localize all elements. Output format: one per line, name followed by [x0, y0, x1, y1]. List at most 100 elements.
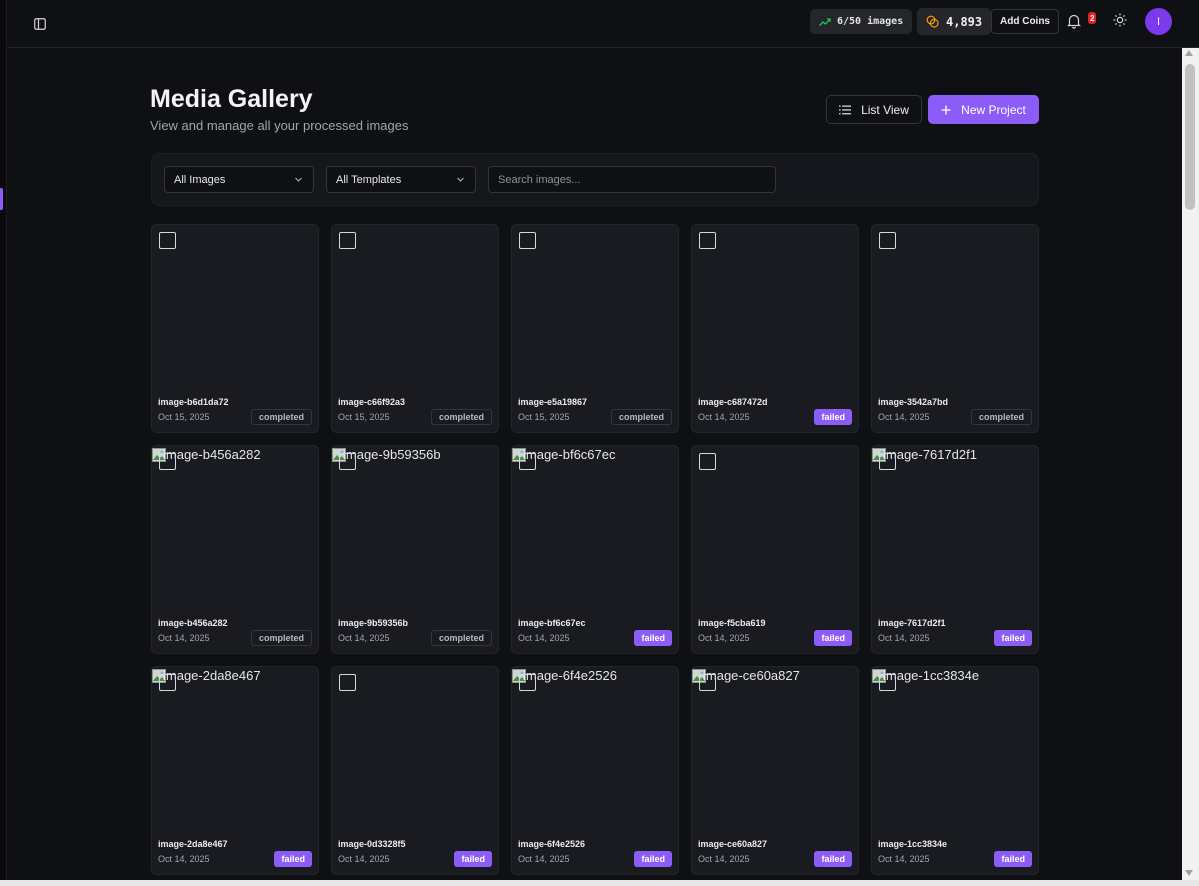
filter-bar: All Images All Templates	[151, 153, 1039, 206]
status-badge: completed	[250, 409, 312, 425]
image-card[interactable]: image-c687472d Oct 14, 2025 failed	[691, 224, 859, 433]
select-checkbox[interactable]	[699, 453, 716, 470]
list-view-label: List View	[861, 102, 909, 117]
image-name: image-ce60a827	[698, 839, 768, 849]
add-coins-button[interactable]: Add Coins	[991, 9, 1059, 34]
image-date: Oct 14, 2025	[158, 854, 210, 864]
status-badge: completed	[430, 630, 492, 646]
image-card[interactable]: image-9b59356b image-9b59356b Oct 14, 20…	[331, 445, 499, 654]
image-card[interactable]: image-f5cba619 Oct 14, 2025 failed	[691, 445, 859, 654]
quota-text: 6/50 images	[837, 16, 904, 27]
image-name: image-b456a282	[158, 618, 228, 628]
collapsed-sidebar	[0, 0, 7, 886]
select-checkbox[interactable]	[339, 232, 356, 249]
image-card[interactable]: image-6f4e2526 image-6f4e2526 Oct 14, 20…	[511, 666, 679, 875]
scrollbar-thumb[interactable]	[1185, 64, 1195, 210]
image-name: image-6f4e2526	[518, 839, 586, 849]
image-card[interactable]: image-ce60a827 image-ce60a827 Oct 14, 20…	[691, 666, 859, 875]
image-date: Oct 14, 2025	[878, 412, 930, 422]
status-badge: completed	[250, 630, 312, 646]
plus-icon	[941, 105, 951, 114]
list-view-button[interactable]: List View	[826, 95, 922, 124]
image-card[interactable]: image-1cc3834e image-1cc3834e Oct 14, 20…	[871, 666, 1039, 875]
status-badge: completed	[430, 409, 492, 425]
image-name: image-b6d1da72	[158, 397, 229, 407]
image-card[interactable]: image-b6d1da72 Oct 15, 2025 completed	[151, 224, 319, 433]
coin-balance: 4,893	[917, 8, 992, 35]
image-name: image-0d3328f5	[338, 839, 406, 849]
select-checkbox[interactable]	[339, 674, 356, 691]
status-badge: failed	[634, 851, 672, 867]
image-date: Oct 15, 2025	[338, 412, 390, 422]
window-bottom-edge	[0, 880, 1199, 886]
image-name: image-1cc3834e	[878, 839, 948, 849]
image-name: image-3542a7bd	[878, 397, 949, 407]
avatar[interactable]: I	[1145, 8, 1172, 35]
status-badge: completed	[970, 409, 1032, 425]
image-card[interactable]: image-c66f92a3 Oct 15, 2025 completed	[331, 224, 499, 433]
status-filter-value: All Images	[174, 173, 226, 186]
coins-icon	[926, 15, 939, 28]
template-filter-value: All Templates	[336, 173, 402, 186]
select-checkbox[interactable]	[519, 232, 536, 249]
chevron-down-icon	[295, 177, 302, 182]
select-checkbox[interactable]	[699, 232, 716, 249]
new-project-label: New Project	[961, 102, 1026, 117]
image-name: image-e5a19867	[518, 397, 588, 407]
image-date: Oct 14, 2025	[878, 633, 930, 643]
image-date: Oct 14, 2025	[158, 633, 210, 643]
image-card[interactable]: image-3542a7bd Oct 14, 2025 completed	[871, 224, 1039, 433]
image-date: Oct 14, 2025	[518, 633, 570, 643]
image-name: image-c66f92a3	[338, 397, 406, 407]
image-card[interactable]: image-2da8e467 image-2da8e467 Oct 14, 20…	[151, 666, 319, 875]
bell-icon[interactable]	[1067, 13, 1085, 31]
page-title: Media Gallery	[150, 85, 313, 113]
notification-count-badge: 2	[1088, 12, 1097, 24]
scroll-down-arrow-icon[interactable]	[1185, 870, 1193, 876]
template-filter-select[interactable]: All Templates	[326, 166, 476, 193]
image-date: Oct 14, 2025	[698, 412, 750, 422]
select-checkbox[interactable]	[879, 453, 896, 470]
trending-up-icon	[819, 17, 831, 26]
image-date: Oct 15, 2025	[518, 412, 570, 422]
select-checkbox[interactable]	[339, 453, 356, 470]
status-badge: failed	[274, 851, 312, 867]
select-checkbox[interactable]	[159, 453, 176, 470]
image-date: Oct 14, 2025	[338, 854, 390, 864]
select-checkbox[interactable]	[519, 453, 536, 470]
image-card[interactable]: image-e5a19867 Oct 15, 2025 completed	[511, 224, 679, 433]
image-name: image-7617d2f1	[878, 618, 946, 628]
active-nav-indicator	[0, 188, 3, 210]
page-subtitle: View and manage all your processed image…	[150, 118, 409, 133]
new-project-button[interactable]: New Project	[928, 95, 1039, 124]
image-date: Oct 14, 2025	[698, 854, 750, 864]
image-name: image-2da8e467	[158, 839, 228, 849]
sidebar-toggle-icon[interactable]	[29, 13, 51, 35]
image-name: image-f5cba619	[698, 618, 766, 628]
select-checkbox[interactable]	[879, 232, 896, 249]
status-badge: failed	[634, 630, 672, 646]
status-badge: failed	[994, 630, 1032, 646]
select-checkbox[interactable]	[519, 674, 536, 691]
scroll-up-arrow-icon[interactable]	[1185, 50, 1193, 56]
coin-count: 4,893	[946, 14, 983, 29]
list-icon	[839, 105, 852, 114]
status-filter-select[interactable]: All Images	[164, 166, 314, 193]
chevron-down-icon	[457, 177, 464, 182]
image-card[interactable]: image-b456a282 image-b456a282 Oct 14, 20…	[151, 445, 319, 654]
image-card[interactable]: image-7617d2f1 image-7617d2f1 Oct 14, 20…	[871, 445, 1039, 654]
search-input[interactable]	[488, 166, 776, 193]
select-checkbox[interactable]	[699, 674, 716, 691]
image-date: Oct 14, 2025	[878, 854, 930, 864]
app-window: 6/50 images 4,893 Add Coins 2 I Media Ga…	[0, 0, 1199, 886]
select-checkbox[interactable]	[879, 674, 896, 691]
image-card[interactable]: image-0d3328f5 Oct 14, 2025 failed	[331, 666, 499, 875]
status-badge: failed	[454, 851, 492, 867]
image-quota-badge: 6/50 images	[810, 9, 913, 34]
select-checkbox[interactable]	[159, 232, 176, 249]
select-checkbox[interactable]	[159, 674, 176, 691]
sun-icon[interactable]	[1113, 13, 1131, 31]
image-name: image-bf6c67ec	[518, 618, 586, 628]
image-card[interactable]: image-bf6c67ec image-bf6c67ec Oct 14, 20…	[511, 445, 679, 654]
status-badge: completed	[610, 409, 672, 425]
